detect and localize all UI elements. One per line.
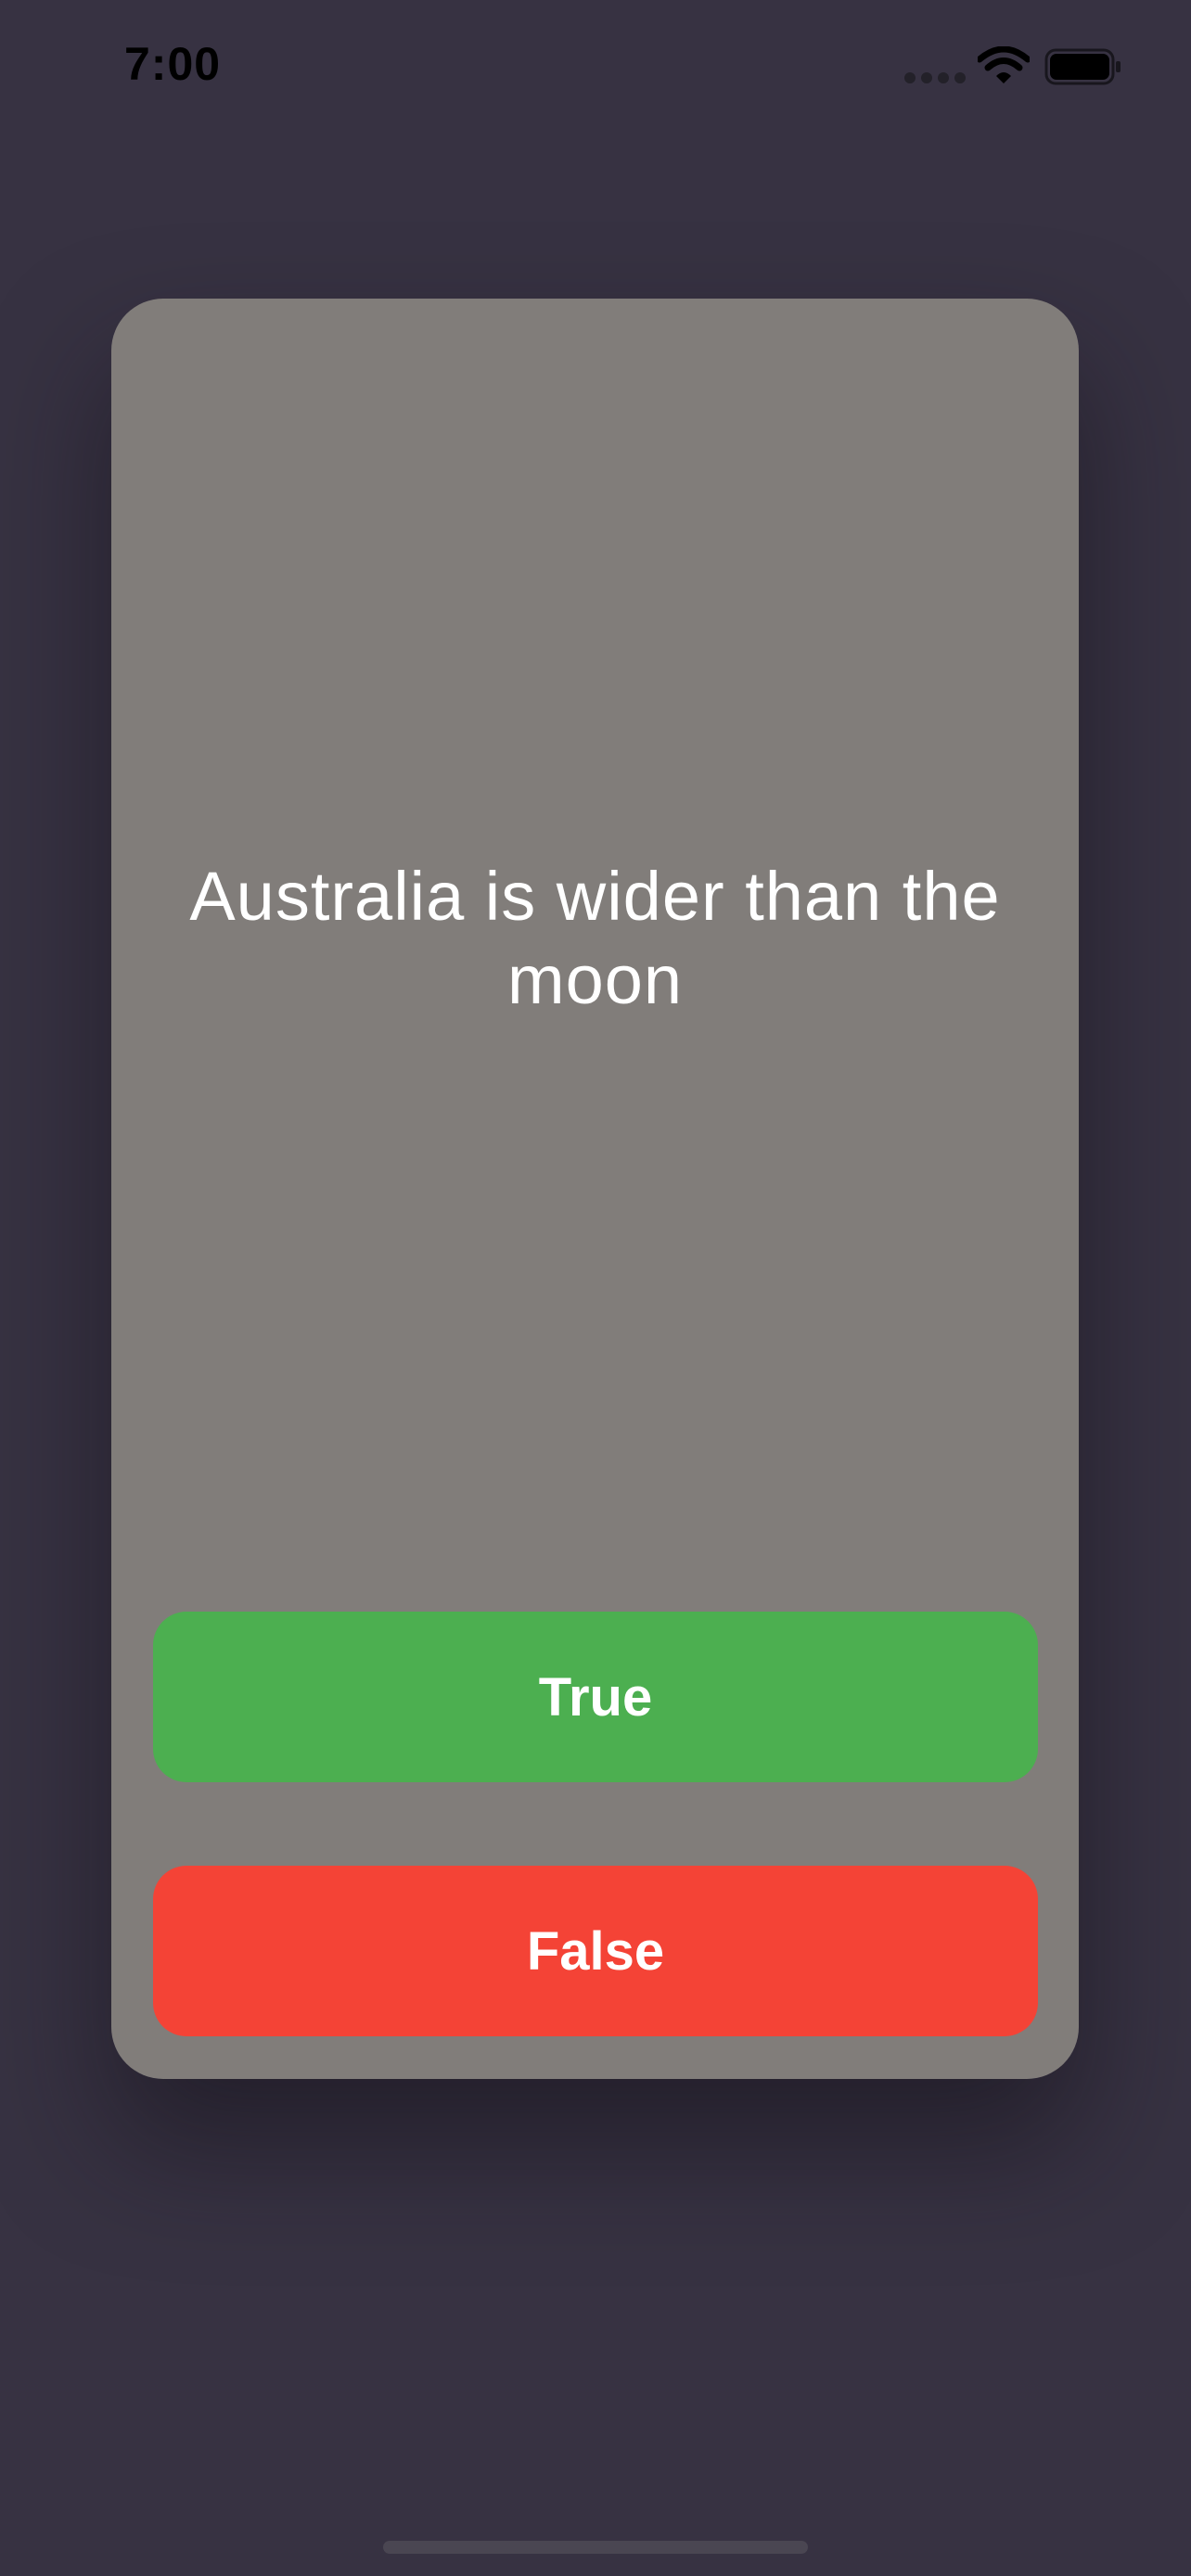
true-button[interactable]: True: [153, 1612, 1038, 1782]
status-time: 7:00: [124, 38, 222, 90]
status-bar: 7:00: [0, 0, 1191, 130]
false-button[interactable]: False: [153, 1866, 1038, 2036]
home-indicator[interactable]: [383, 2541, 808, 2554]
wifi-icon: [978, 46, 1030, 83]
signal-icon: [904, 72, 967, 83]
battery-icon: [1044, 48, 1121, 85]
question-text: Australia is wider than the moon: [189, 858, 1001, 1018]
question-card: Australia is wider than the moon True Fa…: [111, 299, 1079, 2079]
